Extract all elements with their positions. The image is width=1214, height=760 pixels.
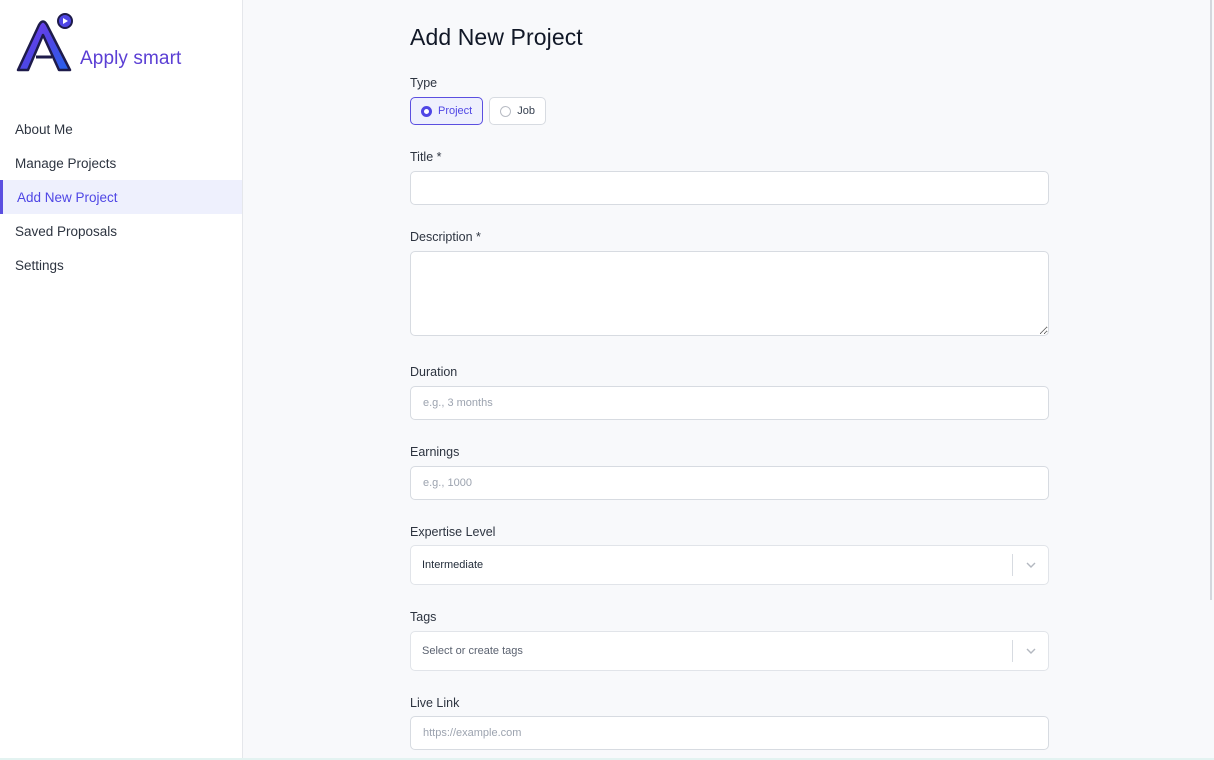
earnings-label: Earnings	[410, 445, 460, 459]
sidebar-item-about-me[interactable]: About Me	[0, 112, 242, 146]
app-name: Apply smart	[80, 48, 182, 69]
type-radio-group: Project Job	[410, 97, 546, 125]
sidebar-item-add-new-project[interactable]: Add New Project	[0, 180, 242, 214]
live-link-input[interactable]	[410, 716, 1049, 750]
radio-unselected-icon	[500, 105, 512, 117]
tags-select[interactable]: Select or create tags	[410, 631, 1049, 671]
tags-label: Tags	[410, 610, 437, 624]
tags-select-placeholder: Select or create tags	[422, 645, 523, 657]
description-textarea[interactable]	[410, 251, 1049, 336]
apply-smart-logo-icon	[16, 13, 73, 72]
main-content: Add New Project Type Project Job Title *…	[243, 0, 1212, 760]
expertise-label: Expertise Level	[410, 525, 496, 539]
duration-input[interactable]	[410, 386, 1049, 420]
type-label: Type	[410, 76, 438, 90]
duration-label: Duration	[410, 365, 458, 379]
type-option-label: Job	[517, 105, 535, 117]
expertise-select-value: Intermediate	[422, 559, 484, 571]
sidebar-item-manage-projects[interactable]: Manage Projects	[0, 146, 242, 180]
page-title: Add New Project	[410, 24, 583, 50]
type-option-job[interactable]: Job	[489, 97, 546, 125]
radio-selected-icon	[421, 105, 432, 117]
live-link-label: Live Link	[410, 696, 460, 710]
sidebar-item-settings[interactable]: Settings	[0, 248, 242, 282]
scrollbar[interactable]	[1210, 0, 1212, 600]
description-label: Description *	[410, 230, 481, 244]
type-option-label: Project	[438, 105, 473, 117]
title-label: Title *	[410, 150, 442, 164]
chevron-down-icon[interactable]	[1013, 559, 1048, 571]
logo[interactable]: Apply smart	[14, 13, 181, 75]
expertise-select[interactable]: Intermediate	[410, 545, 1049, 585]
earnings-input[interactable]	[410, 466, 1049, 500]
title-input[interactable]	[410, 171, 1049, 205]
sidebar: Apply smart About Me Manage Projects Add…	[0, 0, 243, 760]
type-option-project[interactable]: Project	[410, 97, 484, 125]
sidebar-item-saved-proposals[interactable]: Saved Proposals	[0, 214, 242, 248]
chevron-down-icon[interactable]	[1013, 645, 1048, 657]
sidebar-nav: About Me Manage Projects Add New Project…	[0, 112, 242, 282]
